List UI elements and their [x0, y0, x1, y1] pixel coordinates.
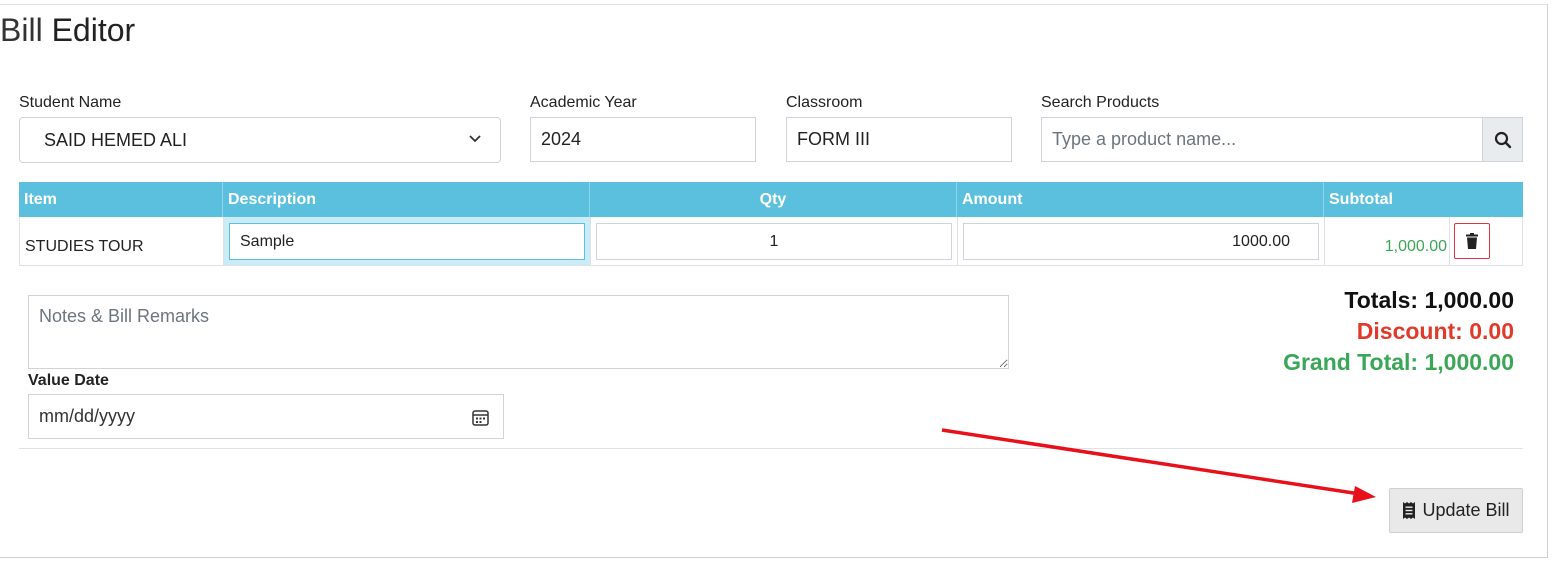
- notes-textarea[interactable]: [28, 295, 1009, 369]
- section-divider: [19, 448, 1523, 449]
- calendar-icon[interactable]: [472, 409, 489, 426]
- search-button[interactable]: [1482, 117, 1523, 162]
- bill-editor-panel: [0, 4, 1548, 558]
- trash-icon: [1466, 233, 1478, 249]
- table-row: STUDIES TOUR Sample 1 1000.00 1,000.00: [19, 217, 1523, 266]
- page-title-prefix: Bill: [0, 12, 43, 48]
- subtotal-cell: 1,000.00: [1324, 217, 1524, 265]
- header-item: Item: [24, 190, 57, 208]
- amount-input[interactable]: 1000.00: [963, 223, 1319, 260]
- row-subtotal: 1,000.00: [1384, 238, 1447, 255]
- classroom-label: Classroom: [786, 94, 863, 111]
- value-date-label: Value Date: [28, 372, 109, 389]
- header-description: Description: [222, 182, 589, 217]
- row-item: STUDIES TOUR: [25, 238, 144, 255]
- items-table-header: Item Description Qty Amount Subtotal: [19, 182, 1523, 217]
- update-bill-button[interactable]: Update Bill: [1389, 488, 1523, 533]
- academic-year-label: Academic Year: [530, 94, 637, 111]
- academic-year-input[interactable]: 2024: [530, 117, 756, 162]
- page-title-main: Editor: [51, 12, 136, 48]
- search-products-label: Search Products: [1041, 94, 1160, 111]
- receipt-icon: [1403, 502, 1416, 519]
- classroom-value: FORM III: [797, 129, 870, 149]
- delete-row-button[interactable]: [1454, 223, 1490, 259]
- search-products-input[interactable]: Type a product name...: [1041, 117, 1483, 162]
- qty-input[interactable]: 1: [596, 223, 952, 260]
- header-amount: Amount: [956, 182, 1323, 217]
- value-date-input[interactable]: mm/dd/yyyy: [28, 394, 504, 439]
- page-title: Bill Editor: [0, 12, 135, 49]
- update-bill-label: Update Bill: [1422, 500, 1510, 520]
- amount-value: 1000.00: [1232, 232, 1290, 250]
- totals-text: Totals: 1,000.00: [1344, 287, 1514, 313]
- search-products-placeholder: Type a product name...: [1052, 129, 1237, 149]
- description-value: Sample: [240, 232, 295, 250]
- qty-value: 1: [769, 232, 779, 250]
- amount-cell: 1000.00: [957, 217, 1324, 265]
- description-cell: Sample: [223, 217, 590, 265]
- search-icon: [1494, 131, 1511, 148]
- header-qty: Qty: [589, 182, 956, 217]
- chevron-down-icon: [469, 135, 481, 143]
- student-name-value: SAID HEMED ALI: [44, 129, 188, 150]
- student-name-select[interactable]: SAID HEMED ALI: [19, 117, 501, 163]
- description-input[interactable]: Sample: [229, 223, 585, 260]
- discount-text: Discount: 0.00: [1356, 318, 1514, 344]
- classroom-input[interactable]: FORM III: [786, 117, 1012, 162]
- student-name-label: Student Name: [19, 94, 122, 111]
- header-subtotal: Subtotal: [1323, 182, 1523, 217]
- academic-year-value: 2024: [541, 129, 582, 149]
- value-date-placeholder: mm/dd/yyyy: [39, 406, 136, 426]
- grand-total-text: Grand Total: 1,000.00: [1283, 349, 1514, 375]
- qty-cell: 1: [590, 217, 957, 265]
